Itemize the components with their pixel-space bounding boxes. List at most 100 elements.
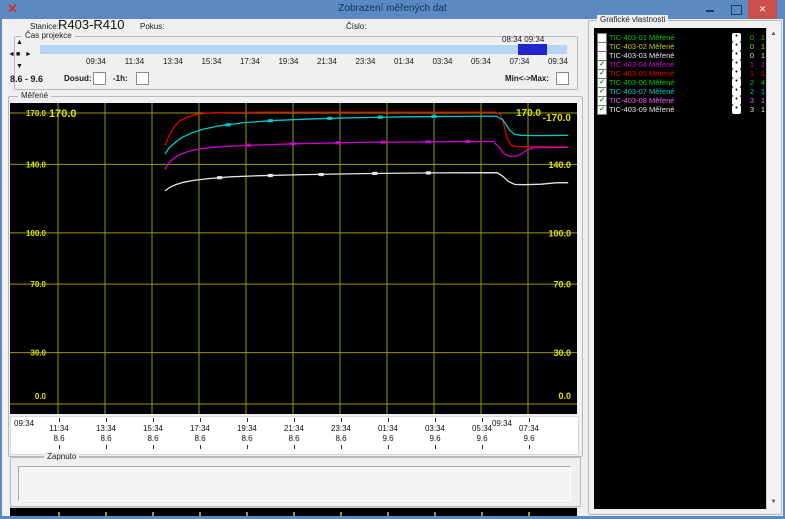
series-name-label: TIC-403-02: [609, 42, 647, 51]
series-row[interactable]: ✓TIC-403-07Měřené•21: [594, 87, 766, 96]
range-label: 8.6 - 9.6: [10, 74, 43, 84]
slider-selection-label: 08:34 09:34: [502, 35, 544, 44]
slider-time-label: 07:34: [503, 57, 537, 66]
series-row[interactable]: ✓TIC-403-08Měřené•31: [594, 96, 766, 105]
axis-tick-time: 11:34: [43, 424, 75, 433]
axis-tick-date: 8.6: [278, 434, 310, 443]
dosud-checkbox[interactable]: [93, 72, 106, 85]
axis-tick-date: 8.6: [231, 434, 263, 443]
overview-tick: [105, 512, 107, 516]
svg-text:170.0: 170.0: [49, 108, 77, 120]
series-dial-button[interactable]: •: [732, 87, 741, 96]
series-dial-button[interactable]: •: [732, 105, 741, 114]
stanice-value: R403-R410: [58, 17, 125, 32]
dpad-up-icon[interactable]: ▲: [16, 39, 23, 46]
series-type-label: Měřené: [649, 78, 674, 87]
axis-tick-top: [247, 418, 248, 422]
axis-tick-time: 07:34: [513, 424, 545, 433]
measured-chart[interactable]: 170.0-170.0140.0140.0100.0100.070.070.03…: [10, 103, 577, 414]
series-num1: 2: [744, 87, 754, 96]
scroll-up-icon[interactable]: ▲: [767, 28, 780, 41]
axis-tick-time: 13:34: [90, 424, 122, 433]
axis-tick-time: 15:34: [137, 424, 169, 433]
series-num2: 1: [755, 42, 765, 51]
axis-tick-bottom: [388, 445, 389, 449]
overview-tick: [528, 512, 530, 516]
minmax-label: Min<->Max:: [505, 74, 549, 83]
axis-tick-date: 8.6: [137, 434, 169, 443]
series-dial-button[interactable]: •: [732, 78, 741, 87]
axis-tick-date: 9.6: [419, 434, 451, 443]
series-row[interactable]: TIC-403-02Měřené•01: [594, 42, 766, 51]
series-num2: 1: [755, 96, 765, 105]
svg-text:170.0: 170.0: [516, 108, 541, 119]
axis-tick-bottom: [341, 445, 342, 449]
series-dial-button[interactable]: •: [732, 33, 741, 42]
slider-time-label: 11:34: [118, 57, 152, 66]
series-num2: 1: [755, 105, 765, 114]
series-num1: 0: [744, 51, 754, 60]
chart-area[interactable]: 170.0-170.0140.0140.0100.0100.070.070.03…: [10, 103, 577, 414]
series-num1: 0: [744, 33, 754, 42]
series-num2: 1: [755, 51, 765, 60]
overview-tick: [387, 512, 389, 516]
measured-group-label: Měřené: [18, 91, 51, 100]
dosud-label: Dosud:: [64, 74, 92, 83]
series-num1: 3: [744, 105, 754, 114]
series-type-label: Měřené: [649, 96, 674, 105]
series-name-label: TIC-403-07: [609, 87, 647, 96]
axis-tick-time: 19:34: [231, 424, 263, 433]
window-border-left: [0, 19, 2, 516]
minimize-button[interactable]: [698, 0, 722, 19]
series-num2: 1: [755, 69, 765, 78]
time-axis-strip: 09:34 09:34 11:348.613:348.615:348.617:3…: [10, 416, 579, 455]
slider-time-label: 17:34: [233, 57, 267, 66]
axis-tick-time: 01:34: [372, 424, 404, 433]
series-row[interactable]: ✓TIC-403-04Měřené•11: [594, 60, 766, 69]
series-num1: 3: [744, 96, 754, 105]
axis-tick-bottom: [247, 445, 248, 449]
minus-1h-label: -1h:: [113, 74, 128, 83]
series-type-label: Měřené: [649, 51, 674, 60]
series-dial-button[interactable]: •: [732, 69, 741, 78]
time-slider-track[interactable]: [40, 45, 567, 54]
svg-text:140.0: 140.0: [26, 160, 47, 169]
series-dial-button[interactable]: •: [732, 51, 741, 60]
series-num2: 1: [755, 60, 765, 69]
axis-tick-bottom: [294, 445, 295, 449]
series-dial-button[interactable]: •: [732, 96, 741, 105]
overview-tick: [434, 512, 436, 516]
properties-list: TIC-403-01Měřené•01TIC-403-02Měřené•01TI…: [594, 28, 766, 509]
series-row[interactable]: TIC-403-01Měřené•01: [594, 33, 766, 42]
slider-time-label: 09:34: [79, 57, 113, 66]
series-num2: 1: [755, 33, 765, 42]
close-button[interactable]: ✕: [748, 0, 777, 19]
axis-tick-top: [59, 418, 60, 422]
series-row[interactable]: ✓TIC-403-06Měřené•24: [594, 78, 766, 87]
series-num2: 4: [755, 78, 765, 87]
minus-1h-checkbox[interactable]: [136, 72, 149, 85]
slider-time-label: 01:34: [387, 57, 421, 66]
svg-text:100.0: 100.0: [548, 228, 571, 238]
axis-tick-time: 05:34: [466, 424, 498, 433]
series-row[interactable]: TIC-403-03Měřené•01: [594, 51, 766, 60]
series-dial-button[interactable]: •: [732, 42, 741, 51]
axis-tick-top: [529, 418, 530, 422]
maximize-button[interactable]: [724, 0, 748, 19]
series-row[interactable]: ✓TIC-403-09Měřené•31: [594, 105, 766, 114]
overview-tick: [246, 512, 248, 516]
slider-time-label: 23:34: [349, 57, 383, 66]
axis-tick-top: [435, 418, 436, 422]
properties-scrollbar[interactable]: ▲ ▼: [766, 28, 781, 509]
series-visibility-checkbox[interactable]: ✓: [597, 105, 607, 115]
series-name-label: TIC-403-06: [609, 78, 647, 87]
axis-tick-bottom: [482, 445, 483, 449]
minmax-checkbox[interactable]: [556, 72, 569, 85]
scroll-down-icon[interactable]: ▼: [767, 496, 780, 509]
axis-tick-date: 8.6: [43, 434, 75, 443]
time-slider-selection[interactable]: [518, 44, 547, 55]
axis-tick-date: 9.6: [372, 434, 404, 443]
overview-tick: [152, 512, 154, 516]
series-dial-button[interactable]: •: [732, 60, 741, 69]
series-row[interactable]: ✓TIC-403-05Měřené•11: [594, 69, 766, 78]
